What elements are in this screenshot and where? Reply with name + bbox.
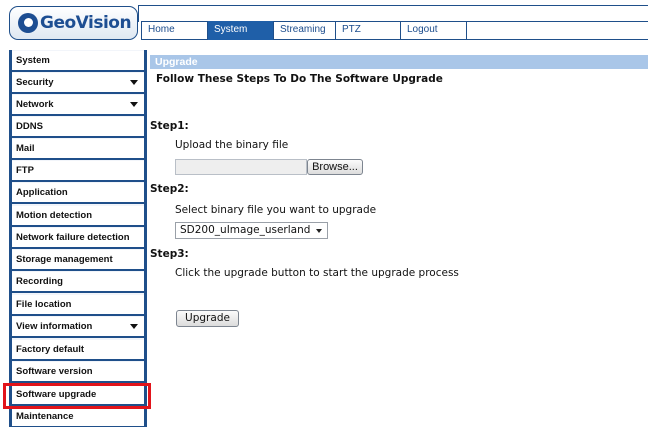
binary-file-select[interactable]: SD200_uImage_userland <box>175 222 328 239</box>
tab-home[interactable]: Home <box>141 21 207 40</box>
sidebar-item-view-information[interactable]: View information <box>12 317 144 338</box>
sidebar-item-label: Recording <box>16 276 63 287</box>
sidebar-item-label: Security <box>16 77 54 88</box>
sidebar-item-label: Storage management <box>16 254 113 265</box>
sidebar-item-label: File location <box>16 299 72 310</box>
sidebar-item-mail[interactable]: Mail <box>12 139 144 160</box>
sidebar-item-label: Maintenance <box>16 411 74 422</box>
page-title: Follow These Steps To Do The Software Up… <box>156 73 443 85</box>
file-path-field[interactable] <box>175 159 307 175</box>
dropdown-arrow-icon <box>130 80 138 85</box>
logo-text: GeoVision <box>40 13 132 33</box>
nav-frame <box>138 5 648 22</box>
sidebar-item-label: Network failure detection <box>16 232 130 243</box>
sidebar-item-label: FTP <box>16 165 34 176</box>
sidebar-item-label: System <box>16 55 50 66</box>
select-value: SD200_uImage_userland <box>180 224 311 236</box>
tab-ptz[interactable]: PTZ <box>335 21 400 40</box>
nav-divider <box>466 21 467 40</box>
sidebar-item-network[interactable]: Network <box>12 95 144 116</box>
chevron-down-icon <box>316 229 322 233</box>
sidebar-item-label: Factory default <box>16 344 85 355</box>
sidebar-item-software-upgrade[interactable]: Software upgrade <box>12 385 144 406</box>
step2-label: Step2: <box>150 183 189 195</box>
dropdown-arrow-icon <box>130 324 138 329</box>
logo-mark-icon <box>18 13 38 33</box>
sidebar-item-software-version[interactable]: Software version <box>12 362 144 383</box>
sidebar-item-label: Software version <box>16 366 93 377</box>
sidebar-item-label: View information <box>16 321 93 332</box>
step2-description: Select binary file you want to upgrade <box>175 204 377 216</box>
geovision-logo: GeoVision <box>9 6 138 40</box>
step1-label: Step1: <box>150 120 189 132</box>
upgrade-button[interactable]: Upgrade <box>176 310 239 327</box>
sidebar-menu: System Security Network DDNS Mail FTP Ap… <box>9 50 147 427</box>
sidebar-item-label: Application <box>16 187 68 198</box>
sidebar-item-label: Mail <box>16 143 35 154</box>
dropdown-arrow-icon <box>130 102 138 107</box>
tab-system[interactable]: System <box>207 21 273 40</box>
sidebar-item-file-location[interactable]: File location <box>12 295 144 316</box>
sidebar-item-network-failure-detection[interactable]: Network failure detection <box>12 228 144 249</box>
sidebar-item-factory-default[interactable]: Factory default <box>12 340 144 361</box>
file-upload-control: Browse... <box>175 159 363 175</box>
sidebar-item-application[interactable]: Application <box>12 183 144 204</box>
tab-streaming[interactable]: Streaming <box>273 21 335 40</box>
sidebar-item-system[interactable]: System <box>12 51 144 72</box>
step3-description: Click the upgrade button to start the up… <box>175 267 459 279</box>
top-nav-tabs: Home System Streaming PTZ Logout <box>141 21 467 40</box>
sidebar-item-storage-management[interactable]: Storage management <box>12 250 144 271</box>
sidebar-item-maintenance[interactable]: Maintenance <box>12 407 144 427</box>
sidebar-item-ddns[interactable]: DDNS <box>12 117 144 138</box>
sidebar-item-label: DDNS <box>16 121 43 132</box>
sidebar-item-motion-detection[interactable]: Motion detection <box>12 206 144 227</box>
sidebar-item-label: Network <box>16 99 54 110</box>
sidebar-item-security[interactable]: Security <box>12 73 144 94</box>
browse-button[interactable]: Browse... <box>307 159 363 175</box>
step1-description: Upload the binary file <box>175 139 289 151</box>
tab-logout[interactable]: Logout <box>400 21 466 40</box>
panel-header: Upgrade <box>150 55 648 69</box>
sidebar-item-ftp[interactable]: FTP <box>12 161 144 182</box>
sidebar-item-label: Motion detection <box>16 210 92 221</box>
sidebar-item-recording[interactable]: Recording <box>12 272 144 293</box>
sidebar-item-label: Software upgrade <box>16 389 97 400</box>
step3-label: Step3: <box>150 248 189 260</box>
